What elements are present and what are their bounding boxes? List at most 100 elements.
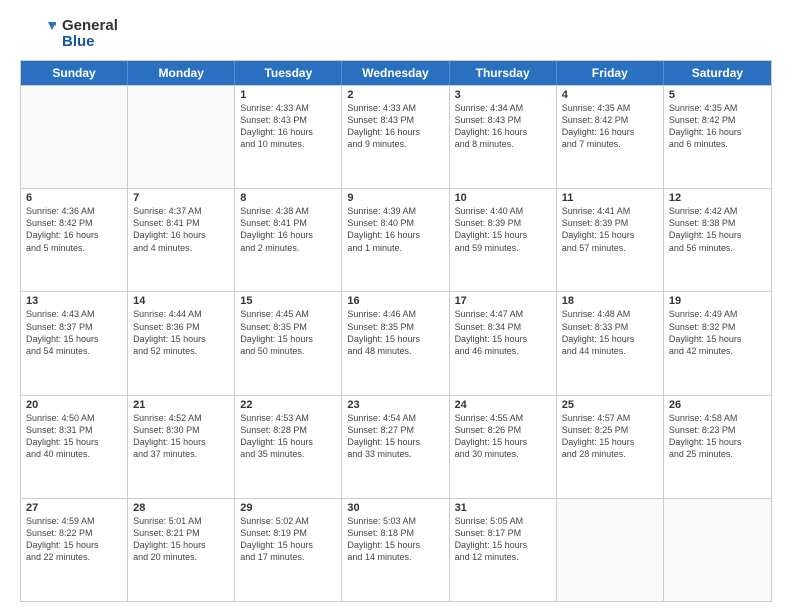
day-number: 29: [240, 502, 336, 514]
calendar-cell: 3Sunrise: 4:34 AM Sunset: 8:43 PM Daylig…: [450, 86, 557, 188]
logo: General Blue: [20, 16, 118, 52]
calendar-row: 27Sunrise: 4:59 AM Sunset: 8:22 PM Dayli…: [21, 498, 771, 601]
day-number: 20: [26, 399, 122, 411]
day-info: Sunrise: 4:58 AM Sunset: 8:23 PM Dayligh…: [669, 412, 766, 461]
day-info: Sunrise: 4:54 AM Sunset: 8:27 PM Dayligh…: [347, 412, 443, 461]
day-info: Sunrise: 4:39 AM Sunset: 8:40 PM Dayligh…: [347, 205, 443, 254]
calendar-cell: 6Sunrise: 4:36 AM Sunset: 8:42 PM Daylig…: [21, 189, 128, 291]
calendar-cell: 9Sunrise: 4:39 AM Sunset: 8:40 PM Daylig…: [342, 189, 449, 291]
calendar-cell: [664, 499, 771, 601]
day-number: 8: [240, 192, 336, 204]
calendar-body: 1Sunrise: 4:33 AM Sunset: 8:43 PM Daylig…: [21, 85, 771, 601]
day-number: 14: [133, 295, 229, 307]
day-number: 30: [347, 502, 443, 514]
day-number: 25: [562, 399, 658, 411]
calendar: SundayMondayTuesdayWednesdayThursdayFrid…: [20, 60, 772, 602]
logo-blue: Blue: [62, 34, 118, 51]
day-number: 2: [347, 89, 443, 101]
day-number: 28: [133, 502, 229, 514]
calendar-cell: 25Sunrise: 4:57 AM Sunset: 8:25 PM Dayli…: [557, 396, 664, 498]
day-info: Sunrise: 4:35 AM Sunset: 8:42 PM Dayligh…: [669, 102, 766, 151]
day-info: Sunrise: 4:42 AM Sunset: 8:38 PM Dayligh…: [669, 205, 766, 254]
day-number: 27: [26, 502, 122, 514]
calendar-cell: 29Sunrise: 5:02 AM Sunset: 8:19 PM Dayli…: [235, 499, 342, 601]
day-info: Sunrise: 5:05 AM Sunset: 8:17 PM Dayligh…: [455, 515, 551, 564]
calendar-cell: 30Sunrise: 5:03 AM Sunset: 8:18 PM Dayli…: [342, 499, 449, 601]
day-info: Sunrise: 4:53 AM Sunset: 8:28 PM Dayligh…: [240, 412, 336, 461]
day-number: 5: [669, 89, 766, 101]
day-number: 15: [240, 295, 336, 307]
calendar-row: 1Sunrise: 4:33 AM Sunset: 8:43 PM Daylig…: [21, 85, 771, 188]
calendar-cell: 26Sunrise: 4:58 AM Sunset: 8:23 PM Dayli…: [664, 396, 771, 498]
day-info: Sunrise: 4:52 AM Sunset: 8:30 PM Dayligh…: [133, 412, 229, 461]
calendar-row: 6Sunrise: 4:36 AM Sunset: 8:42 PM Daylig…: [21, 188, 771, 291]
day-number: 19: [669, 295, 766, 307]
day-info: Sunrise: 4:38 AM Sunset: 8:41 PM Dayligh…: [240, 205, 336, 254]
day-number: 21: [133, 399, 229, 411]
logo-text: General Blue: [62, 18, 118, 51]
calendar-cell: 19Sunrise: 4:49 AM Sunset: 8:32 PM Dayli…: [664, 292, 771, 394]
day-info: Sunrise: 4:50 AM Sunset: 8:31 PM Dayligh…: [26, 412, 122, 461]
header-day-saturday: Saturday: [664, 61, 771, 85]
day-info: Sunrise: 4:33 AM Sunset: 8:43 PM Dayligh…: [240, 102, 336, 151]
day-number: 4: [562, 89, 658, 101]
day-number: 6: [26, 192, 122, 204]
calendar-row: 20Sunrise: 4:50 AM Sunset: 8:31 PM Dayli…: [21, 395, 771, 498]
day-number: 18: [562, 295, 658, 307]
calendar-cell: 23Sunrise: 4:54 AM Sunset: 8:27 PM Dayli…: [342, 396, 449, 498]
header-day-friday: Friday: [557, 61, 664, 85]
calendar-cell: 7Sunrise: 4:37 AM Sunset: 8:41 PM Daylig…: [128, 189, 235, 291]
calendar-cell: 13Sunrise: 4:43 AM Sunset: 8:37 PM Dayli…: [21, 292, 128, 394]
day-info: Sunrise: 4:47 AM Sunset: 8:34 PM Dayligh…: [455, 308, 551, 357]
day-number: 31: [455, 502, 551, 514]
day-info: Sunrise: 4:49 AM Sunset: 8:32 PM Dayligh…: [669, 308, 766, 357]
day-info: Sunrise: 4:44 AM Sunset: 8:36 PM Dayligh…: [133, 308, 229, 357]
day-info: Sunrise: 4:45 AM Sunset: 8:35 PM Dayligh…: [240, 308, 336, 357]
day-info: Sunrise: 4:41 AM Sunset: 8:39 PM Dayligh…: [562, 205, 658, 254]
day-info: Sunrise: 4:46 AM Sunset: 8:35 PM Dayligh…: [347, 308, 443, 357]
day-info: Sunrise: 4:34 AM Sunset: 8:43 PM Dayligh…: [455, 102, 551, 151]
calendar-cell: 1Sunrise: 4:33 AM Sunset: 8:43 PM Daylig…: [235, 86, 342, 188]
calendar-cell: 22Sunrise: 4:53 AM Sunset: 8:28 PM Dayli…: [235, 396, 342, 498]
page-header: General Blue: [20, 16, 772, 52]
day-number: 3: [455, 89, 551, 101]
calendar-cell: 27Sunrise: 4:59 AM Sunset: 8:22 PM Dayli…: [21, 499, 128, 601]
header-day-sunday: Sunday: [21, 61, 128, 85]
day-info: Sunrise: 4:40 AM Sunset: 8:39 PM Dayligh…: [455, 205, 551, 254]
header-day-monday: Monday: [128, 61, 235, 85]
day-number: 22: [240, 399, 336, 411]
day-number: 17: [455, 295, 551, 307]
day-info: Sunrise: 4:55 AM Sunset: 8:26 PM Dayligh…: [455, 412, 551, 461]
day-number: 16: [347, 295, 443, 307]
day-number: 13: [26, 295, 122, 307]
calendar-cell: 14Sunrise: 4:44 AM Sunset: 8:36 PM Dayli…: [128, 292, 235, 394]
calendar-cell: 17Sunrise: 4:47 AM Sunset: 8:34 PM Dayli…: [450, 292, 557, 394]
calendar-cell: 8Sunrise: 4:38 AM Sunset: 8:41 PM Daylig…: [235, 189, 342, 291]
calendar-cell: 12Sunrise: 4:42 AM Sunset: 8:38 PM Dayli…: [664, 189, 771, 291]
calendar-cell: 16Sunrise: 4:46 AM Sunset: 8:35 PM Dayli…: [342, 292, 449, 394]
day-info: Sunrise: 4:37 AM Sunset: 8:41 PM Dayligh…: [133, 205, 229, 254]
day-number: 9: [347, 192, 443, 204]
calendar-cell: 24Sunrise: 4:55 AM Sunset: 8:26 PM Dayli…: [450, 396, 557, 498]
day-number: 24: [455, 399, 551, 411]
header-day-wednesday: Wednesday: [342, 61, 449, 85]
calendar-cell: 2Sunrise: 4:33 AM Sunset: 8:43 PM Daylig…: [342, 86, 449, 188]
header-day-tuesday: Tuesday: [235, 61, 342, 85]
day-info: Sunrise: 4:36 AM Sunset: 8:42 PM Dayligh…: [26, 205, 122, 254]
day-number: 7: [133, 192, 229, 204]
calendar-cell: 4Sunrise: 4:35 AM Sunset: 8:42 PM Daylig…: [557, 86, 664, 188]
day-info: Sunrise: 4:35 AM Sunset: 8:42 PM Dayligh…: [562, 102, 658, 151]
day-number: 10: [455, 192, 551, 204]
calendar-header: SundayMondayTuesdayWednesdayThursdayFrid…: [21, 61, 771, 85]
calendar-cell: [557, 499, 664, 601]
calendar-cell: 18Sunrise: 4:48 AM Sunset: 8:33 PM Dayli…: [557, 292, 664, 394]
logo-general: General: [62, 18, 118, 35]
day-number: 23: [347, 399, 443, 411]
day-info: Sunrise: 4:43 AM Sunset: 8:37 PM Dayligh…: [26, 308, 122, 357]
day-info: Sunrise: 4:48 AM Sunset: 8:33 PM Dayligh…: [562, 308, 658, 357]
calendar-cell: 11Sunrise: 4:41 AM Sunset: 8:39 PM Dayli…: [557, 189, 664, 291]
header-day-thursday: Thursday: [450, 61, 557, 85]
calendar-cell: [128, 86, 235, 188]
calendar-cell: 15Sunrise: 4:45 AM Sunset: 8:35 PM Dayli…: [235, 292, 342, 394]
day-info: Sunrise: 4:33 AM Sunset: 8:43 PM Dayligh…: [347, 102, 443, 151]
